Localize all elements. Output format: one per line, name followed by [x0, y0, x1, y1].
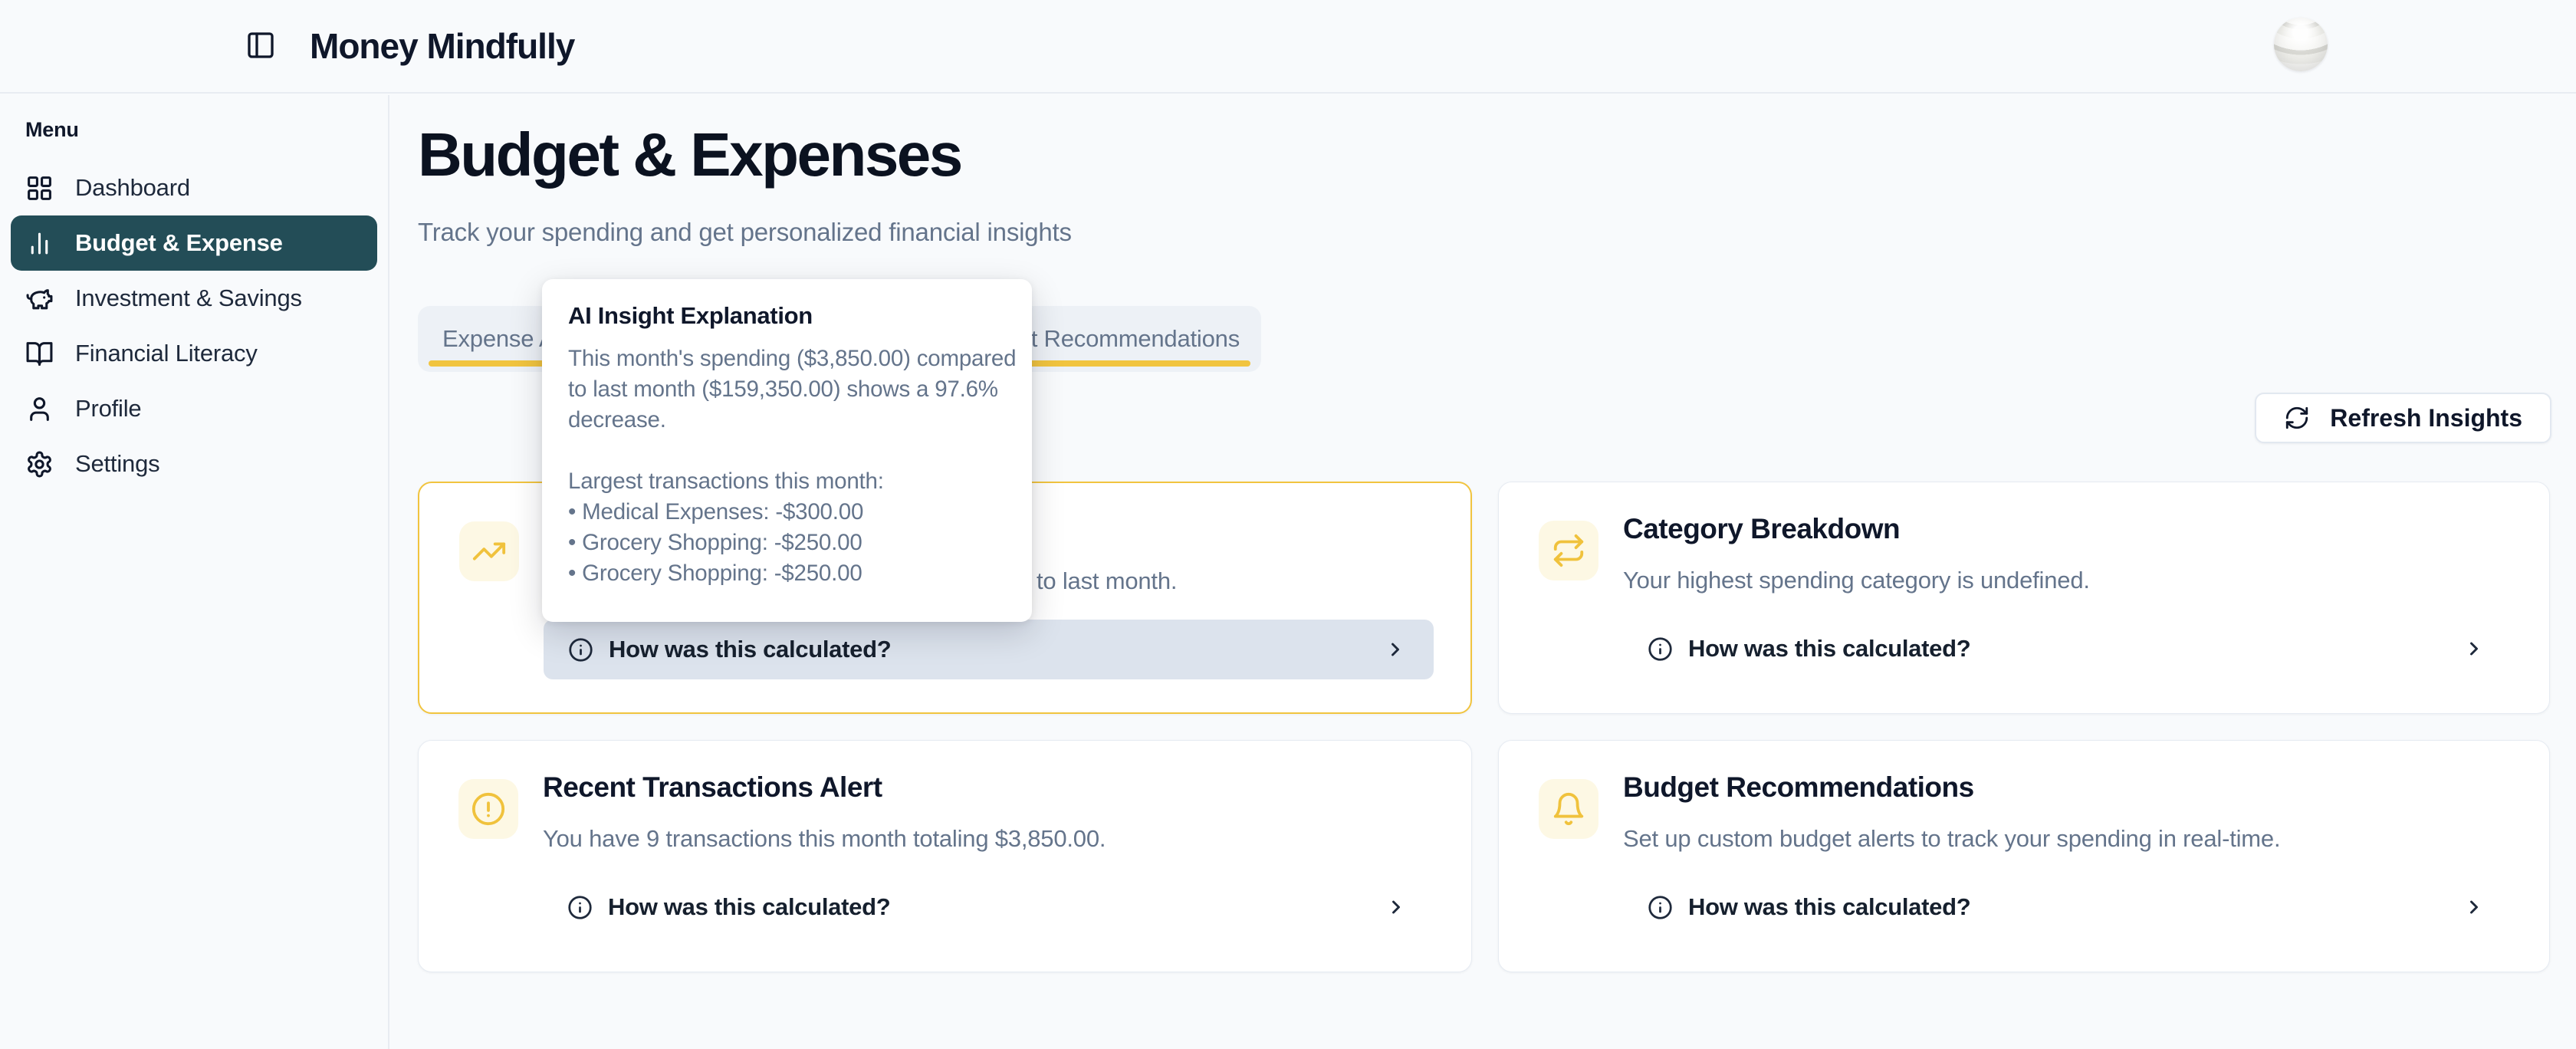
card-description: Set up custom budget alerts to track you…: [1623, 825, 2280, 853]
panel-left-icon: [245, 30, 276, 61]
sidebar-item-financial-literacy[interactable]: Financial Literacy: [11, 326, 377, 381]
sidebar-item-investment-savings[interactable]: Investment & Savings: [11, 271, 377, 326]
header: Money Mindfully: [0, 0, 2576, 94]
trending-up-icon: [459, 521, 519, 581]
page-title: Budget & Expenses: [418, 124, 961, 186]
sidebar-item-label: Dashboard: [75, 174, 190, 202]
refresh-icon: [2284, 405, 2310, 431]
tooltip-line: • Medical Expenses: -$300.00: [568, 497, 1006, 528]
refresh-insights-button[interactable]: Refresh Insights: [2255, 393, 2551, 443]
sidebar-item-label: Budget & Expense: [75, 229, 283, 257]
alert-circle-icon: [458, 779, 518, 839]
card-description: Your highest spending category is undefi…: [1623, 567, 2090, 594]
sidebar: Menu Dashboard Budget & Expense Investme…: [0, 95, 389, 1049]
sidebar-item-label: Settings: [75, 450, 159, 478]
tooltip-line: to last month ($159,350.00) shows a 97.6…: [568, 374, 1006, 405]
sidebar-section-label: Menu: [25, 118, 388, 142]
user-icon: [25, 395, 54, 423]
info-icon: [1648, 636, 1673, 662]
tooltip-line: decrease.: [568, 405, 1006, 436]
book-open-icon: [25, 340, 54, 368]
tooltip-line: This month's spending ($3,850.00) compar…: [568, 344, 1006, 374]
tooltip-line: [568, 436, 1006, 466]
tooltip-line: • Grocery Shopping: -$250.00: [568, 528, 1006, 558]
card-description: You have 9 transactions this month total…: [543, 825, 1106, 853]
how-calculated-label: How was this calculated?: [1688, 635, 1970, 663]
chevron-right-icon: [2463, 896, 2485, 918]
card-budget-recommendations: Budget Recommendations Set up custom bud…: [1498, 740, 2550, 972]
sidebar-item-dashboard[interactable]: Dashboard: [11, 160, 377, 215]
sidebar-item-budget-expense[interactable]: Budget & Expense: [11, 215, 377, 271]
sidebar-item-label: Profile: [75, 395, 141, 423]
how-calculated-label: How was this calculated?: [1688, 893, 1970, 921]
ai-insight-tooltip: AI Insight Explanation This month's spen…: [542, 279, 1032, 622]
sidebar-toggle-button[interactable]: [244, 29, 278, 63]
gear-icon: [25, 450, 54, 478]
refresh-insights-label: Refresh Insights: [2330, 404, 2522, 432]
sidebar-item-label: Financial Literacy: [75, 340, 258, 367]
info-icon: [568, 637, 593, 663]
tooltip-title: AI Insight Explanation: [568, 302, 1006, 330]
card-title: Category Breakdown: [1623, 513, 1900, 545]
tooltip-line: • Grocery Shopping: -$250.00: [568, 558, 1006, 589]
info-icon: [1648, 895, 1673, 920]
tooltip-line: Largest transactions this month:: [568, 466, 1006, 497]
chevron-right-icon: [1385, 639, 1406, 660]
info-icon: [567, 895, 593, 920]
how-calculated-label: How was this calculated?: [609, 636, 891, 663]
piggy-bank-icon: [25, 284, 54, 313]
sidebar-item-settings[interactable]: Settings: [11, 436, 377, 492]
sidebar-item-profile[interactable]: Profile: [11, 381, 377, 436]
chevron-right-icon: [2463, 638, 2485, 659]
card-recent-transactions-alert: Recent Transactions Alert You have 9 tra…: [418, 740, 1472, 972]
avatar[interactable]: [2274, 18, 2328, 71]
page-subtitle: Track your spending and get personalized…: [418, 218, 1072, 247]
sidebar-nav: Dashboard Budget & Expense Investment & …: [0, 160, 388, 492]
app-root: Money Mindfully Menu Dashboard Budget & …: [0, 0, 2576, 1049]
card-category-breakdown: Category Breakdown Your highest spending…: [1498, 482, 2550, 714]
how-calculated-row[interactable]: How was this calculated?: [544, 620, 1434, 679]
bell-icon: [1539, 779, 1598, 839]
sidebar-item-label: Investment & Savings: [75, 284, 302, 312]
card-title: Budget Recommendations: [1623, 771, 1974, 804]
card-title: Recent Transactions Alert: [543, 771, 882, 804]
how-calculated-row[interactable]: How was this calculated?: [1623, 619, 2512, 679]
how-calculated-row[interactable]: How was this calculated?: [1623, 877, 2512, 937]
how-calculated-row[interactable]: How was this calculated?: [543, 877, 1434, 937]
repeat-icon: [1539, 521, 1598, 580]
how-calculated-label: How was this calculated?: [608, 893, 890, 921]
app-title: Money Mindfully: [310, 25, 574, 67]
layout-grid-icon: [25, 174, 54, 202]
bar-chart-icon: [25, 229, 54, 258]
chevron-right-icon: [1385, 896, 1407, 918]
